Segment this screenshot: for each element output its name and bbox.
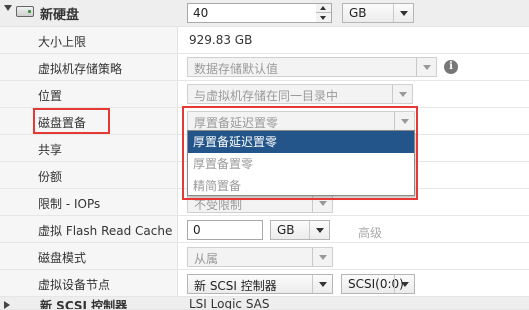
max-size-label: 大小上限 [38,35,87,49]
disk-size-spinner[interactable] [316,3,332,23]
disk-mode-label: 磁盘模式 [38,251,87,265]
location-label: 位置 [38,89,63,103]
flash-read-cache-row: 虚拟 Flash Read Cache 0 GB 高级 [0,216,529,243]
hard-disk-icon [16,6,34,17]
disk-mode-row: 磁盘模式 从属 [0,243,529,270]
virtual-device-node-label: 虚拟设备节点 [38,278,111,292]
disk-size-unit-value: GB [349,6,367,20]
flash-read-cache-unit-select[interactable]: GB [270,220,330,240]
chevron-down-icon [416,58,436,76]
controller-value: 新 SCSI 控制器 [194,279,277,293]
sharing-label: 共享 [38,143,63,157]
chevron-down-icon [312,248,332,266]
scsi-controller-value: LSI Logic SAS [189,297,270,310]
location-value: 与虚拟机存储在同一目录中 [194,89,339,103]
storage-policy-label: 虚拟机存储策略 [38,62,123,76]
shares-label: 份额 [38,170,63,184]
limit-iops-label: 限制 - IOPs [38,197,101,211]
new-disk-label: 新硬盘 [40,8,80,23]
storage-policy-select[interactable]: 数据存储默认值 [187,57,437,77]
expand-arrow-icon[interactable] [4,301,10,309]
chevron-down-icon [312,275,332,293]
storage-policy-value: 数据存储默认值 [194,62,279,76]
flash-read-cache-label: 虚拟 Flash Read Cache [38,224,173,238]
chevron-down-icon [309,221,329,239]
info-icon[interactable]: i [444,60,458,74]
max-size-value: 929.83 GB [189,33,253,47]
disk-mode-value: 从属 [194,252,219,266]
disk-mode-select[interactable]: 从属 [187,247,333,267]
scsi-node-select[interactable]: SCSI(0:0) [341,274,415,294]
label-highlight-box [33,108,110,134]
controller-select[interactable]: 新 SCSI 控制器 [187,274,333,294]
flash-read-cache-unit-value: GB [277,223,295,237]
disk-size-unit-select[interactable]: GB [342,3,414,23]
chevron-down-icon [393,4,413,22]
flash-read-cache-input[interactable]: 0 [187,220,263,240]
max-size-row: 大小上限 929.83 GB [0,27,529,54]
advanced-link[interactable]: 高级 [358,224,382,241]
new-disk-row: 新硬盘 40 GB [0,0,529,27]
scsi-controller-row: 新 SCSI 控制器 LSI Logic SAS [0,297,529,310]
spinner-down-icon[interactable] [316,13,331,22]
dropdown-highlight-box [182,106,418,200]
chevron-down-icon [392,85,412,103]
disk-size-input[interactable]: 40 [187,3,317,23]
chevron-down-icon [394,275,414,293]
collapse-arrow-icon[interactable] [4,5,12,11]
storage-policy-row: 虚拟机存储策略 数据存储默认值 i [0,54,529,81]
virtual-device-node-row: 虚拟设备节点 新 SCSI 控制器 SCSI(0:0) [0,270,529,297]
location-select[interactable]: 与虚拟机存储在同一目录中 [187,84,413,104]
spinner-up-icon[interactable] [316,4,331,13]
limit-iops-value: 不受限制 [194,198,243,212]
location-row: 位置 与虚拟机存储在同一目录中 [0,81,529,108]
scsi-controller-label: 新 SCSI 控制器 [40,299,128,310]
